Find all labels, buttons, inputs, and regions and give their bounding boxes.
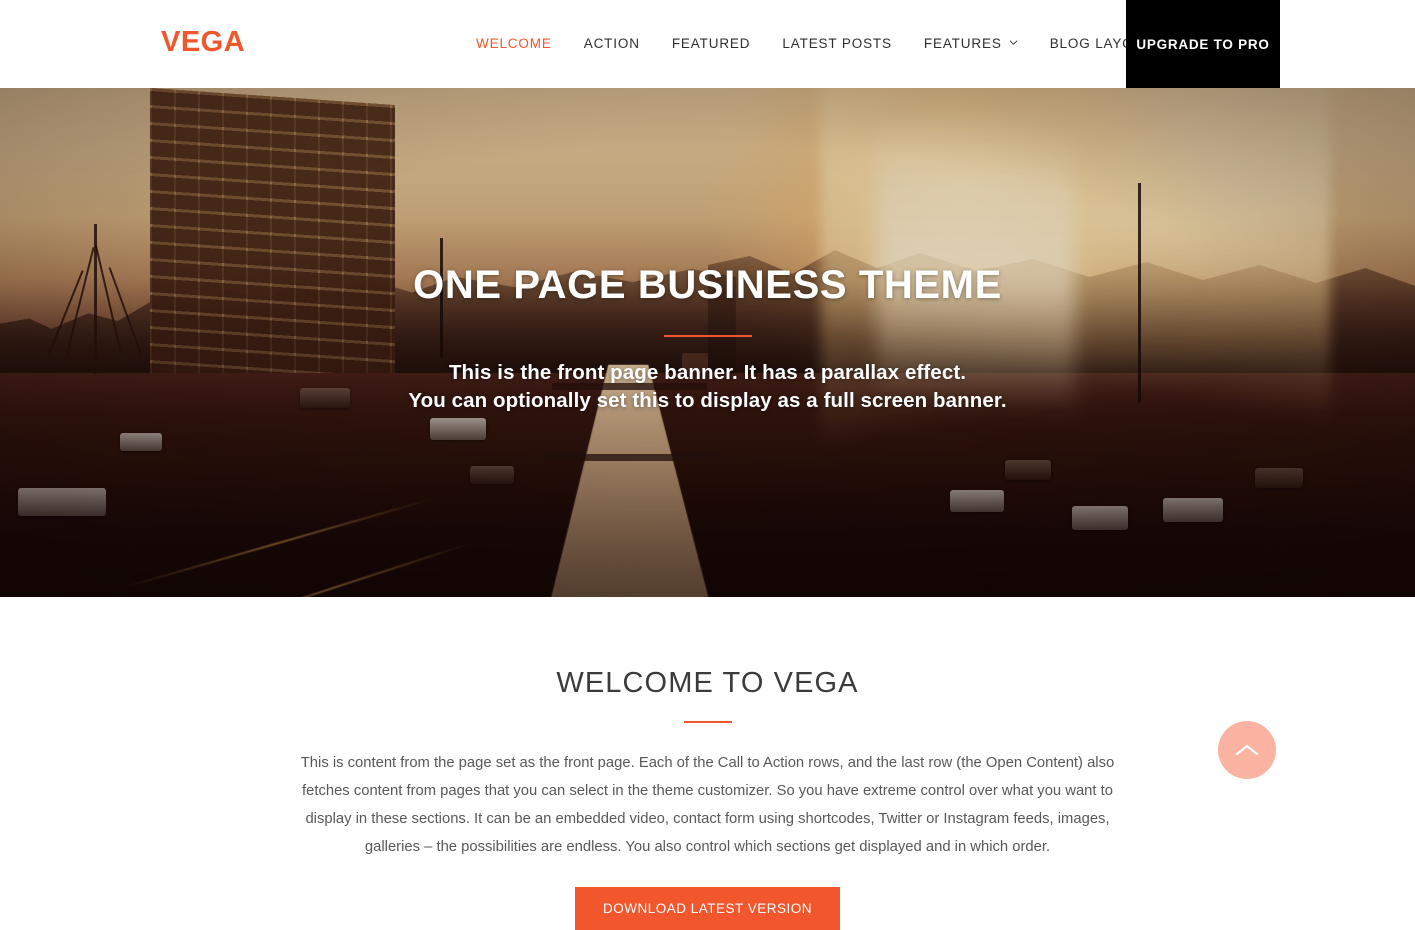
hero-banner: ONE PAGE BUSINESS THEME This is the fron… [0,88,1415,597]
nav-item-label: ACTION [584,0,640,88]
nav-item-featured[interactable]: FEATURED [656,0,767,88]
back-to-top-button[interactable] [1218,721,1276,779]
welcome-section: WELCOME TO VEGA This is content from the… [0,597,1415,930]
nav-item-label: FEATURED [672,0,751,88]
main-navigation: WELCOME ACTION FEATURED LATEST POSTS FEA… [460,0,1195,88]
nav-item-features[interactable]: FEATURES [908,0,1034,88]
site-logo[interactable]: VEGA [161,28,245,57]
welcome-body-text: This is content from the page set as the… [288,749,1128,861]
hero-subtitle-line-2: You can optionally set this to display a… [408,389,1006,412]
chevron-down-icon [1009,38,1018,47]
chevron-up-icon [1235,743,1259,757]
download-latest-version-button[interactable]: DOWNLOAD LATEST VERSION [575,887,840,930]
hero-divider [664,335,752,337]
nav-item-latest-posts[interactable]: LATEST POSTS [766,0,907,88]
hero-content: ONE PAGE BUSINESS THEME This is the fron… [0,263,1415,414]
hero-subtitle-line-1: This is the front page banner. It has a … [449,361,966,384]
nav-item-welcome[interactable]: WELCOME [460,0,568,88]
hero-subtitle: This is the front page banner. It has a … [0,359,1415,414]
section-title: WELCOME TO VEGA [0,667,1415,700]
hero-title: ONE PAGE BUSINESS THEME [0,263,1415,307]
upgrade-to-pro-button[interactable]: UPGRADE TO PRO [1126,0,1280,88]
nav-item-action[interactable]: ACTION [568,0,656,88]
nav-item-label: WELCOME [476,0,552,88]
site-header: VEGA WELCOME ACTION FEATURED LATEST POST… [0,0,1415,88]
nav-item-label: LATEST POSTS [782,0,891,88]
section-divider [684,721,732,723]
nav-item-label: FEATURES [924,0,1002,88]
